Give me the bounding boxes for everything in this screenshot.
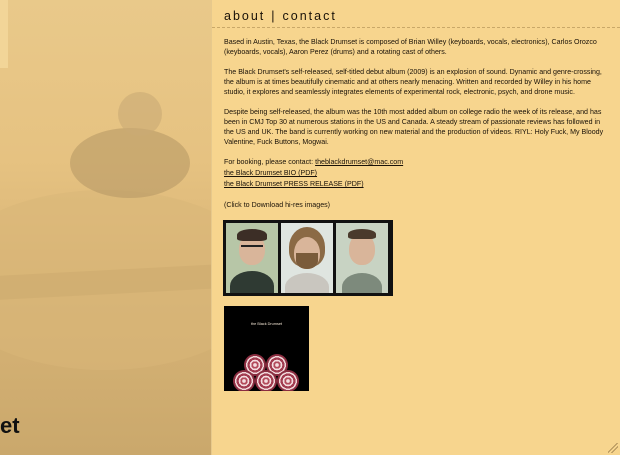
press-release-pdf-link[interactable]: the Black Drumset PRESS RELEASE (PDF) xyxy=(224,179,608,190)
photo-shape xyxy=(230,271,274,293)
album-art-circle xyxy=(255,370,277,391)
photo-shape xyxy=(296,253,318,269)
nav-contact-link[interactable]: contact xyxy=(283,9,337,23)
top-nav: about | contact xyxy=(224,9,337,23)
photo-shape xyxy=(342,273,382,293)
photo-shape-top xyxy=(118,92,162,136)
header-divider xyxy=(212,27,620,28)
content-column: about | contact Based in Austin, Texas, th… xyxy=(212,0,620,455)
booking-label: For booking, please contact: xyxy=(224,158,316,166)
bio-pdf-link[interactable]: the Black Drumset BIO (PDF) xyxy=(224,168,608,179)
nav-about-link[interactable]: about xyxy=(224,9,265,23)
about-paragraph-3: Despite being self-released, the album w… xyxy=(224,108,604,146)
photo-shape xyxy=(285,273,329,293)
photo-shape xyxy=(241,245,263,252)
album-art-circle xyxy=(277,370,299,391)
album-art-circle xyxy=(233,370,255,391)
about-paragraph-1: Based in Austin, Texas, the Black Drumse… xyxy=(224,38,597,56)
background-photo-panel: et xyxy=(0,0,212,455)
site-logo-fragment: et xyxy=(0,413,20,438)
contact-links: For booking, please contact: theblackdru… xyxy=(224,157,608,190)
photo-shape xyxy=(237,229,267,241)
about-text: Based in Austin, Texas, the Black Drumse… xyxy=(224,37,608,220)
band-member-photo-3 xyxy=(336,223,388,293)
album-cover-download[interactable]: the Black Drumset xyxy=(224,306,309,391)
photo-shape-cushion xyxy=(70,128,190,198)
band-photos-download[interactable] xyxy=(223,220,393,296)
booking-line: For booking, please contact: theblackdru… xyxy=(224,157,608,168)
download-note: (Click to Download hi-res images) xyxy=(224,201,331,209)
about-paragraph-2: The Black Drumset's self-released, self-… xyxy=(224,68,602,96)
booking-email-link[interactable]: theblackdrumset@mac.com xyxy=(315,158,403,166)
nav-separator: | xyxy=(271,9,277,23)
band-member-photo-1 xyxy=(226,223,278,293)
resize-grip-icon[interactable] xyxy=(608,443,618,453)
band-member-photo-2 xyxy=(281,223,333,293)
panel-corner-tab xyxy=(0,0,8,68)
album-cover-title: the Black Drumset xyxy=(250,322,283,326)
photo-shape xyxy=(348,229,376,239)
